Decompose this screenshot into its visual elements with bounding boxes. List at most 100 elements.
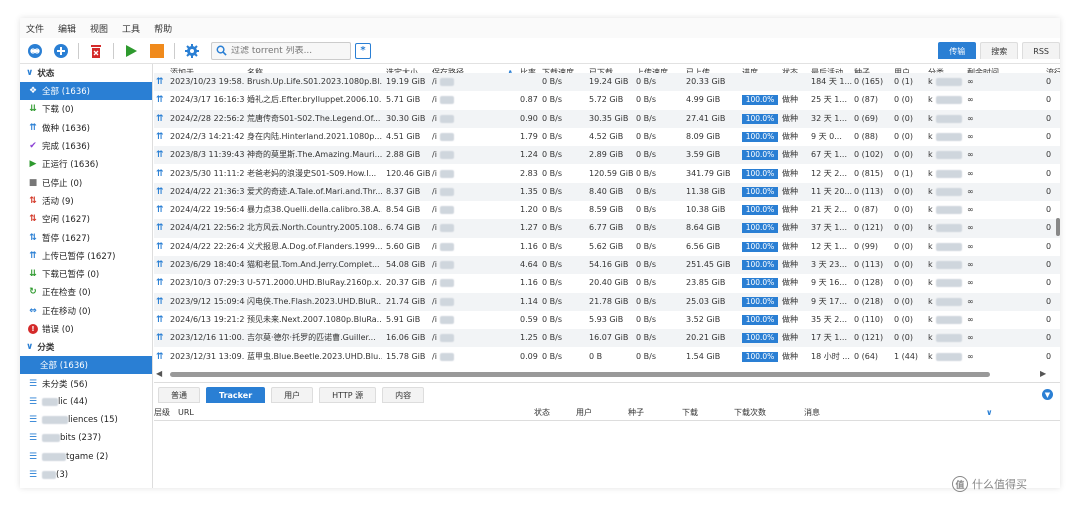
col-seeds[interactable]: 种子 [628, 405, 644, 421]
menu-help[interactable]: 帮助 [154, 22, 172, 35]
status-item[interactable]: ▶ 正运行 (1636) [20, 155, 152, 173]
scroll-thumb[interactable] [170, 372, 990, 377]
status-item[interactable]: ⇈ 做种 (1636) [20, 119, 152, 137]
cell-size: 6.74 GiB [386, 223, 421, 233]
tab-transfers[interactable]: 传输 [938, 42, 977, 59]
tab-general[interactable]: 普通 [158, 387, 200, 403]
status-item[interactable]: ⇊ 下载 (0) [20, 100, 152, 118]
col-message[interactable]: 消息 [804, 405, 820, 421]
table-row[interactable]: ⇈ 2023/12/16 11:00... 吉尔莫·德尔·托罗的匹诺曹.Guille… [154, 329, 1060, 348]
redacted-text [440, 96, 454, 105]
regex-filter-button[interactable]: * [355, 42, 371, 59]
table-row[interactable]: ⇈ 2024/4/21 22:56:29 北方风云.North.Country.20… [154, 219, 1060, 238]
col-downloaded[interactable]: 下载次数 [734, 405, 766, 421]
table-row[interactable]: ⇈ 2024/2/28 22:56:28 荒唐传奇S01-S02.The.Legen… [154, 109, 1060, 128]
table-row[interactable]: ⇈ 2023/9/12 15:09:44 闪电侠.The.Flash.2023.UH… [154, 292, 1060, 311]
category-item[interactable]: ☰ tgame (2) [20, 448, 152, 466]
table-row[interactable]: ⇈ 2024/4/22 22:26:47 义犬报恩.A.Dog.of.Flander… [154, 237, 1060, 256]
running-icon: ▶ [29, 159, 37, 170]
tab-search[interactable]: 搜索 [980, 42, 1019, 59]
active-icon: ⇅ [29, 195, 37, 206]
add-torrent-button[interactable] [52, 42, 70, 60]
cell-state: 做种 [782, 150, 798, 160]
seeding-icon: ⇈ [156, 95, 164, 106]
horizontal-scrollbar[interactable]: ◀ ▶ [154, 369, 1060, 379]
status-item[interactable]: ! 错误 (0) [20, 320, 152, 338]
tab-peers[interactable]: 用户 [271, 387, 314, 403]
tracker-table-header: 层级 URL 状态 用户 种子 下载 下载次数 消息 ∨ [154, 405, 1060, 421]
category-item[interactable]: ☰(158) [20, 484, 152, 488]
status-item[interactable]: ↻ 正在检查 (0) [20, 283, 152, 301]
options-button[interactable] [183, 42, 201, 60]
chevron-down-icon[interactable]: ∨ [986, 405, 993, 421]
cell-size: 21.74 GiB [386, 296, 426, 306]
add-link-button[interactable] [26, 42, 44, 60]
menu-edit[interactable]: 编辑 [58, 22, 76, 35]
col-peers[interactable]: 用户 [576, 405, 592, 421]
status-item[interactable]: ⇊ 下载已暂停 (0) [20, 265, 152, 283]
tab-http-sources[interactable]: HTTP 源 [319, 387, 377, 403]
table-row[interactable]: ⇈ 2023/10/23 19:58... Brush.Up.Life.S01.20… [154, 73, 1060, 92]
status-item[interactable]: ⇔ 正在移动 (0) [20, 302, 152, 320]
delete-button[interactable] [87, 42, 105, 60]
table-row[interactable]: ⇈ 2024/2/3 14:21:42 身在内陆.Hinterland.2021.1… [154, 127, 1060, 147]
tab-content[interactable]: 内容 [382, 387, 425, 403]
cell-uploaded: 11.38 GiB [686, 186, 726, 196]
table-row[interactable]: ⇈ 2023/6/29 18:40:40 猫和老鼠.Tom.And.Jerry.Co… [154, 256, 1060, 275]
cell-size: 120.46 GiB [386, 168, 431, 178]
table-row[interactable]: ⇈ 2023/10/3 07:29:38 U-571.2000.UHD.BluRay… [154, 274, 1060, 293]
cell-ul-speed: 0 B/s [636, 314, 656, 324]
status-item-label: 完成 (1636) [42, 142, 90, 153]
category-item[interactable]: ☰ bits (237) [20, 429, 152, 447]
col-status[interactable]: 状态 [534, 405, 550, 421]
tab-tracker[interactable]: Tracker [206, 387, 266, 403]
search-input[interactable] [231, 45, 349, 56]
category-item-all[interactable]: 全部 (1636) [20, 356, 152, 375]
category-item[interactable]: ☰ lic (44) [20, 393, 152, 411]
status-item[interactable]: ✔ 完成 (1636) [20, 137, 152, 155]
status-section-header[interactable]: ∨ 状态 [20, 64, 152, 82]
cell-last-activity: 3 天 23... [811, 260, 847, 269]
pause-button[interactable] [148, 42, 166, 60]
scroll-right-icon[interactable]: ▶ [1040, 369, 1046, 378]
status-item[interactable]: ⇅ 活动 (9) [20, 192, 152, 210]
status-item[interactable]: ⇅ 空闲 (1627) [20, 210, 152, 228]
cell-state: 做种 [782, 351, 798, 361]
menu-file[interactable]: 文件 [26, 22, 44, 35]
table-row[interactable]: ⇈ 2023/8/3 11:39:43 神奇的莫里斯.The.Amazing.Mau… [154, 146, 1060, 165]
cell-name: 吉尔莫·德尔·托罗的匹诺曹.Guiller... [247, 333, 376, 343]
cell-last-activity: 12 天 2... [811, 168, 847, 178]
status-item[interactable]: ⇅ 暂停 (1627) [20, 228, 152, 246]
table-row[interactable]: ⇈ 2023/5/30 11:11:27 老爸老妈的浪漫史S01-S09.How.I… [154, 164, 1060, 183]
cell-eta: ∞ [967, 351, 974, 361]
table-row[interactable]: ⇈ 2024/3/17 16:16:30 婚礼之后.Efter.brylluppet… [154, 91, 1060, 110]
tab-rss[interactable]: RSS [1022, 42, 1060, 59]
table-row[interactable]: ⇈ 2024/6/13 19:21:29 预见未来.Next.2007.1080p.… [154, 310, 1060, 330]
table-scrollbar[interactable] [1056, 218, 1060, 236]
menu-tools[interactable]: 工具 [122, 22, 140, 35]
category-item[interactable]: ☰ liences (15) [20, 411, 152, 429]
status-item[interactable]: ⇈ 上传已暂停 (1627) [20, 247, 152, 265]
status-item[interactable]: ❖ 全部 (1636) [20, 82, 152, 101]
table-row[interactable]: ⇈ 2024/4/22 21:36:38 爱犬的奇迹.A.Tale.of.Mari.… [154, 182, 1060, 202]
redacted-text [936, 242, 962, 251]
status-item[interactable]: ■ 已停止 (0) [20, 173, 152, 191]
cell-last-activity: 35 天 2... [811, 314, 847, 324]
resume-button[interactable] [122, 42, 140, 60]
col-url[interactable]: URL [178, 405, 194, 421]
category-item[interactable]: ☰ (3) [20, 466, 152, 484]
status-item-label: 空闲 (1627) [42, 215, 90, 226]
col-leeches[interactable]: 下载 [682, 405, 698, 421]
table-row[interactable]: ⇈ 2023/12/31 13:09... 蓝甲虫.Blue.Beetle.2023… [154, 347, 1060, 366]
category-item-uncategorized[interactable]: ☰ 未分类 (56) [20, 374, 152, 392]
category-item-label: (3) [56, 470, 69, 481]
table-row[interactable]: ⇈ 2024/4/22 19:56:40 暴力点38.Quelli.della.ca… [154, 201, 1060, 220]
scroll-left-icon[interactable]: ◀ [156, 369, 162, 378]
cell-state: 做种 [782, 113, 798, 123]
collapse-panel-icon[interactable]: ▼ [1042, 389, 1053, 400]
category-section-header[interactable]: ∨ 分类 [20, 338, 152, 356]
col-tier[interactable]: 层级 [154, 405, 170, 421]
menu-view[interactable]: 视图 [90, 22, 108, 35]
seeding-icon: ⇈ [156, 186, 164, 197]
cell-category: k [928, 113, 933, 123]
